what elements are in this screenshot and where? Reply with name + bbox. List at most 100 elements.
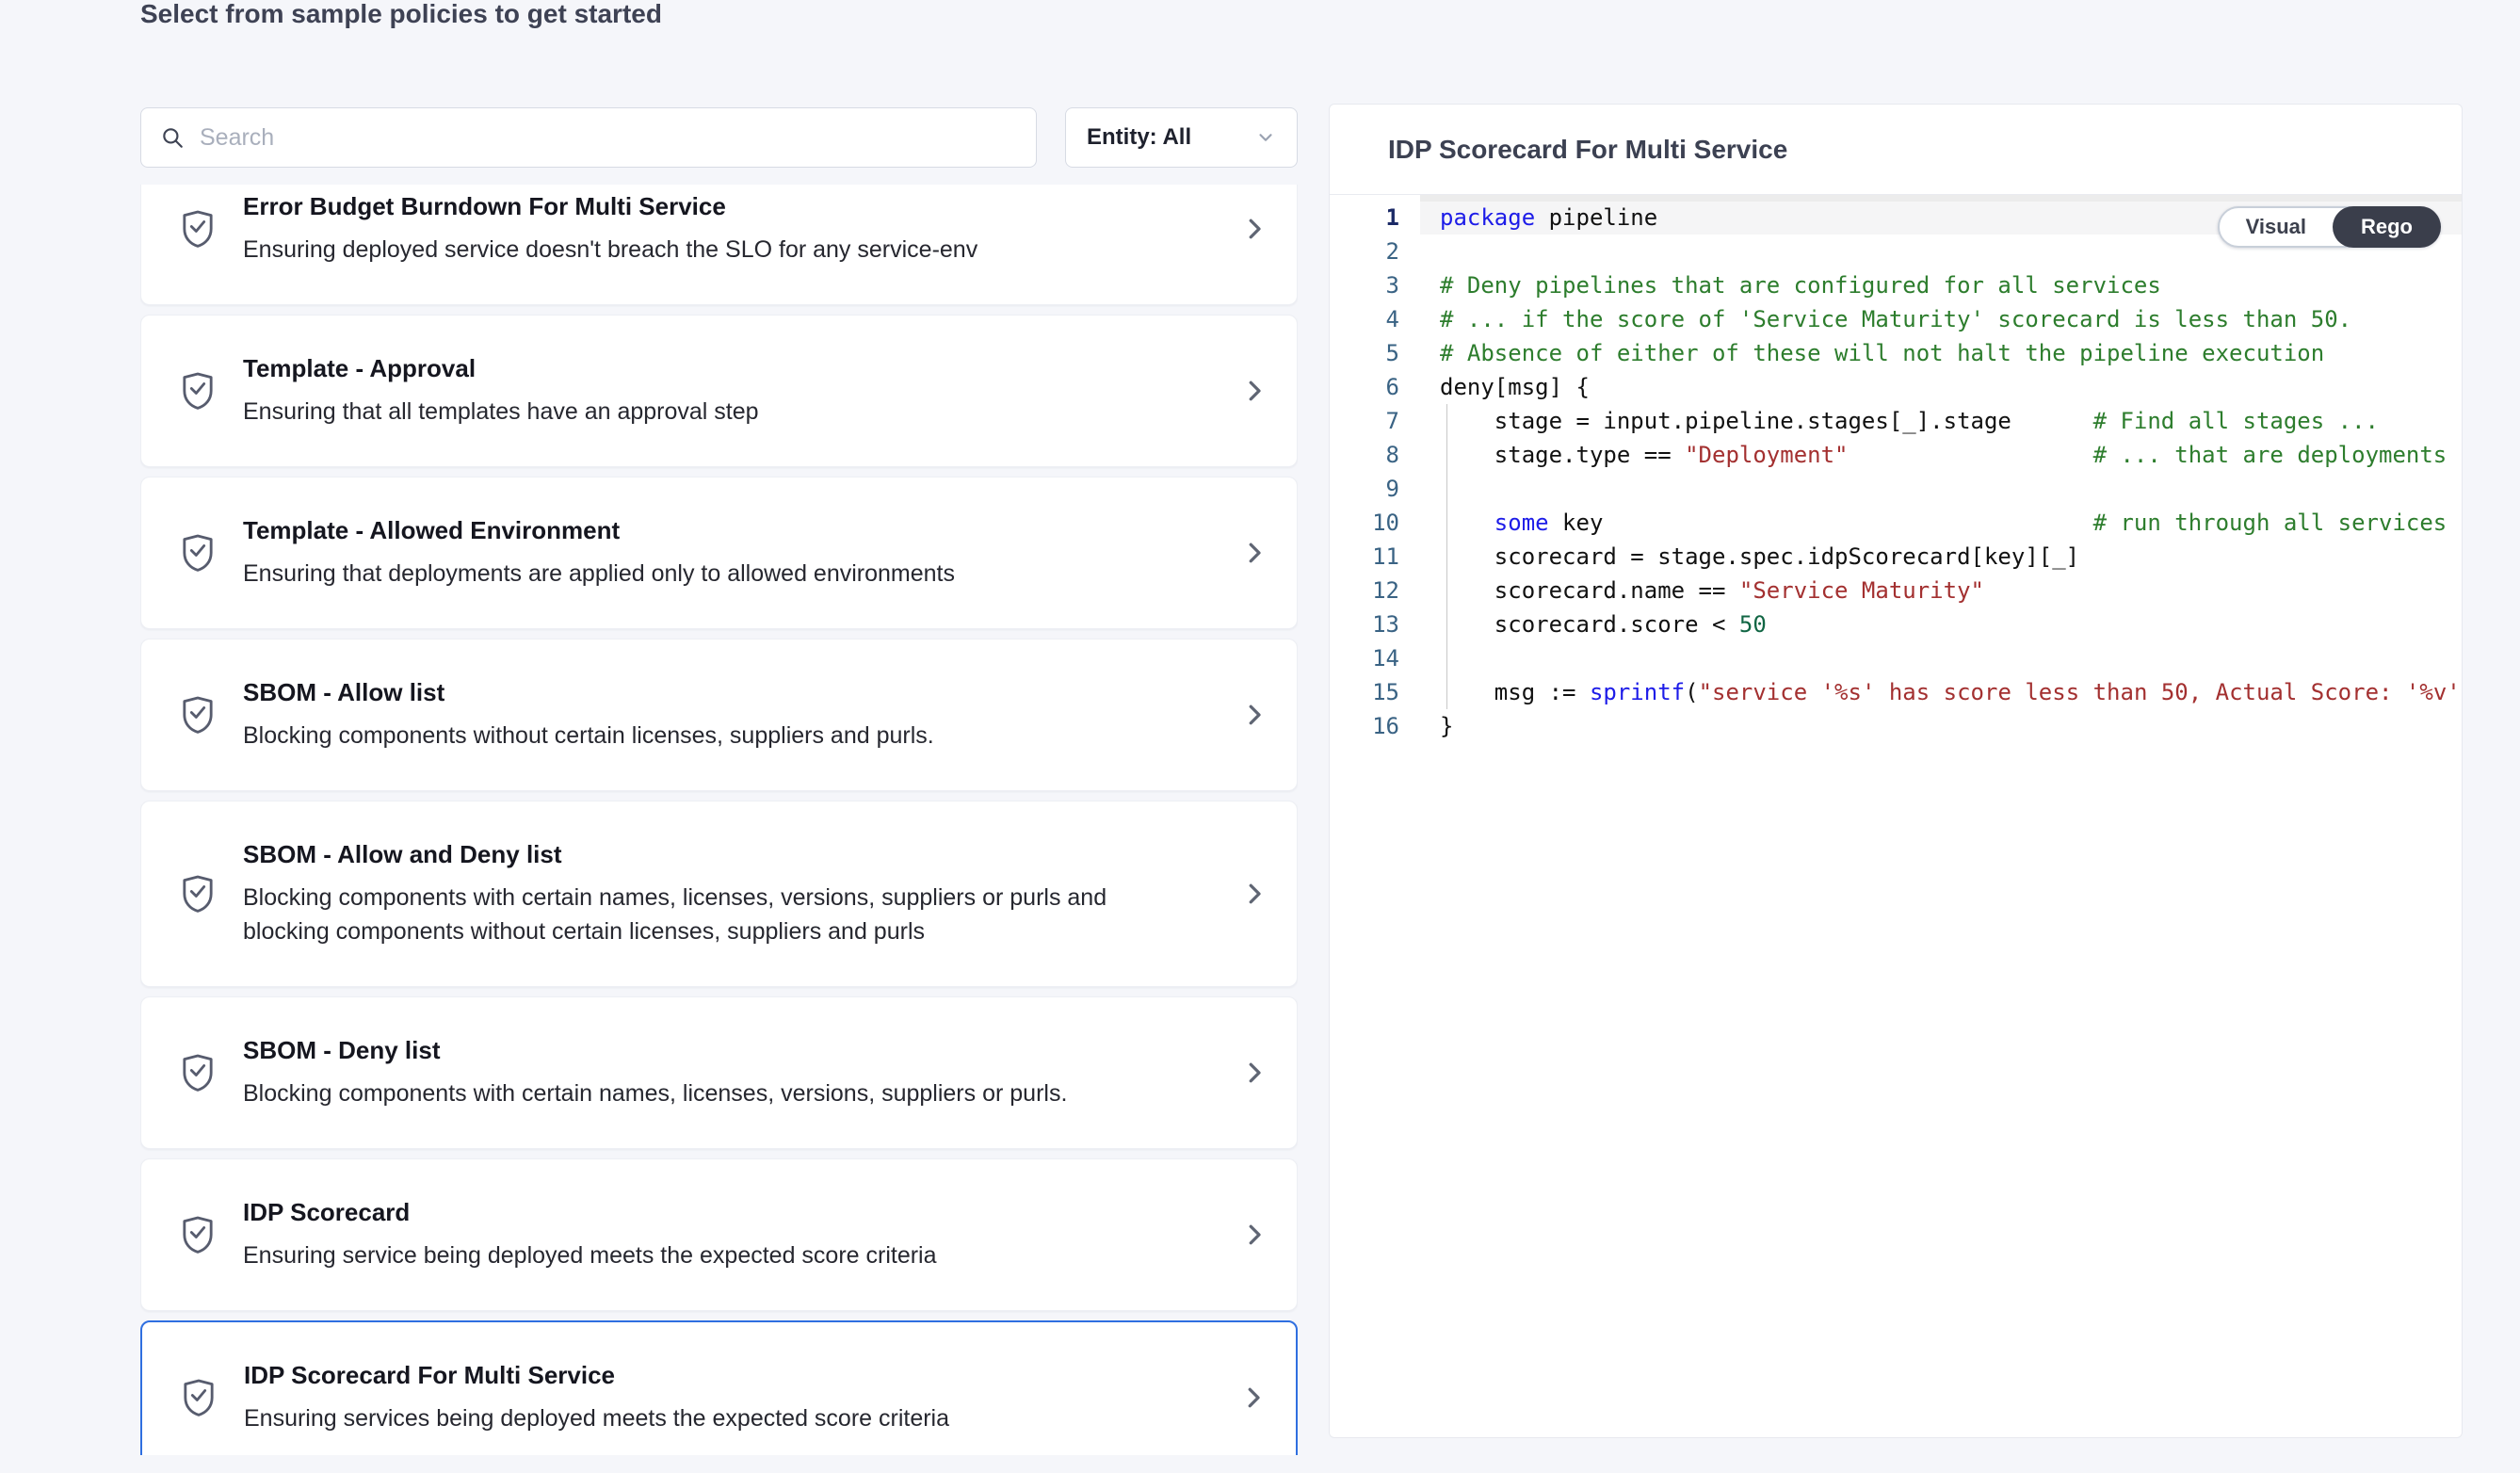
- policy-title: Template - Approval: [243, 353, 1221, 383]
- policy-title: IDP Scorecard For Multi Service: [244, 1360, 1220, 1390]
- line-number: 1: [1330, 201, 1420, 235]
- policy-card-body: SBOM - Deny list Blocking components wit…: [243, 1035, 1221, 1110]
- code-line: 16}: [1330, 709, 2462, 743]
- line-number: 4: [1330, 302, 1420, 336]
- policy-card[interactable]: Template - Approval Ensuring that all te…: [140, 315, 1298, 467]
- code-line: 4# ... if the score of 'Service Maturity…: [1330, 302, 2462, 336]
- code-line: 3# Deny pipelines that are configured fo…: [1330, 268, 2462, 302]
- shield-check-icon: [179, 1050, 217, 1095]
- indent-guide-line: [1446, 404, 1447, 709]
- detail-title: IDP Scorecard For Multi Service: [1388, 135, 1787, 165]
- policy-list: Error Budget Burndown For Multi Service …: [140, 185, 1298, 1455]
- code-line: 5# Absence of either of these will not h…: [1330, 336, 2462, 370]
- line-number: 9: [1330, 472, 1420, 506]
- line-number: 16: [1330, 709, 1420, 743]
- line-number: 8: [1330, 438, 1420, 472]
- code-line: 15 msg := sprintf("service '%s' has scor…: [1330, 675, 2462, 709]
- toggle-visual-button[interactable]: Visual: [2220, 208, 2333, 246]
- line-number: 2: [1330, 235, 1420, 268]
- line-content: }: [1420, 709, 2462, 743]
- chevron-right-icon: [1240, 1057, 1268, 1089]
- policy-card[interactable]: IDP Scorecard Ensuring service being dep…: [140, 1158, 1298, 1311]
- chevron-right-icon: [1240, 878, 1268, 910]
- line-content: scorecard.score < 50: [1420, 607, 2462, 641]
- policy-title: Error Budget Burndown For Multi Service: [243, 191, 1221, 221]
- editor-top-scroll-strip: [1420, 195, 2462, 202]
- line-number: 11: [1330, 540, 1420, 574]
- chevron-right-icon: [1240, 537, 1268, 569]
- policy-description: Blocking components with certain names, …: [243, 1076, 1109, 1110]
- line-number: 12: [1330, 574, 1420, 607]
- code-line: 8 stage.type == "Deployment" # ... that …: [1330, 438, 2462, 472]
- policy-description: Ensuring deployed service doesn't breach…: [243, 233, 1109, 267]
- policy-card-body: Template - Allowed Environment Ensuring …: [243, 515, 1221, 591]
- policy-description: Blocking components with certain names, …: [243, 881, 1109, 948]
- policy-card[interactable]: SBOM - Deny list Blocking components wit…: [140, 996, 1298, 1149]
- line-number: 10: [1330, 506, 1420, 540]
- policy-title: SBOM - Allow and Deny list: [243, 839, 1221, 869]
- entity-filter-label: Entity: All: [1087, 124, 1191, 151]
- shield-check-icon: [179, 368, 217, 413]
- policy-card[interactable]: Error Budget Burndown For Multi Service …: [140, 185, 1298, 305]
- toolbar: Entity: All: [140, 107, 1298, 168]
- shield-check-icon: [180, 1375, 218, 1420]
- line-content: scorecard.name == "Service Maturity": [1420, 574, 2462, 607]
- line-number: 13: [1330, 607, 1420, 641]
- line-number: 6: [1330, 370, 1420, 404]
- policy-description: Ensuring service being deployed meets th…: [243, 1238, 1109, 1272]
- line-content: deny[msg] {: [1420, 370, 2462, 404]
- policy-description: Ensuring that all templates have an appr…: [243, 395, 1109, 429]
- search-input[interactable]: [198, 123, 1017, 153]
- policy-card-body: SBOM - Allow and Deny list Blocking comp…: [243, 839, 1221, 948]
- entity-filter-dropdown[interactable]: Entity: All: [1065, 107, 1298, 168]
- shield-check-icon: [179, 206, 217, 251]
- code-line: 7 stage = input.pipeline.stages[_].stage…: [1330, 404, 2462, 438]
- policy-card[interactable]: SBOM - Allow list Blocking components wi…: [140, 639, 1298, 791]
- line-content: # ... if the score of 'Service Maturity'…: [1420, 302, 2462, 336]
- policy-description: Ensuring services being deployed meets t…: [244, 1401, 1110, 1435]
- policy-title: SBOM - Allow list: [243, 677, 1221, 707]
- policy-card-body: Error Budget Burndown For Multi Service …: [243, 191, 1221, 267]
- policy-card[interactable]: IDP Scorecard For Multi Service Ensuring…: [140, 1320, 1298, 1455]
- page-title: Select from sample policies to get start…: [140, 0, 662, 30]
- chevron-down-icon: [1255, 127, 1276, 148]
- search-box[interactable]: [140, 107, 1037, 168]
- code-line: 14: [1330, 641, 2462, 675]
- line-number: 7: [1330, 404, 1420, 438]
- chevron-right-icon: [1240, 699, 1268, 731]
- line-number: 15: [1330, 675, 1420, 709]
- code-lines: 1package pipeline23# Deny pipelines that…: [1330, 201, 2462, 743]
- code-line: 11 scorecard = stage.spec.idpScorecard[k…: [1330, 540, 2462, 574]
- line-content: [1420, 472, 2462, 506]
- policy-card[interactable]: SBOM - Allow and Deny list Blocking comp…: [140, 801, 1298, 987]
- line-content: [1420, 641, 2462, 675]
- shield-check-icon: [179, 692, 217, 737]
- shield-check-icon: [179, 1212, 217, 1257]
- policy-description: Ensuring that deployments are applied on…: [243, 557, 1109, 591]
- policy-title: Template - Allowed Environment: [243, 515, 1221, 545]
- line-number: 5: [1330, 336, 1420, 370]
- line-number: 14: [1330, 641, 1420, 675]
- policy-sample-screen: Select from sample policies to get start…: [0, 0, 2520, 1473]
- search-icon: [160, 125, 185, 150]
- policy-title: SBOM - Deny list: [243, 1035, 1221, 1065]
- detail-header: IDP Scorecard For Multi Service: [1330, 105, 2462, 195]
- policy-detail-panel: IDP Scorecard For Multi Service Visual R…: [1329, 104, 2463, 1438]
- line-content: # Deny pipelines that are configured for…: [1420, 268, 2462, 302]
- chevron-right-icon: [1240, 375, 1268, 407]
- policy-card-body: SBOM - Allow list Blocking components wi…: [243, 677, 1221, 753]
- code-line: 6deny[msg] {: [1330, 370, 2462, 404]
- policy-card[interactable]: Template - Allowed Environment Ensuring …: [140, 477, 1298, 629]
- chevron-right-icon: [1239, 1382, 1268, 1414]
- line-number: 3: [1330, 268, 1420, 302]
- policy-description: Blocking components without certain lice…: [243, 719, 1109, 753]
- line-content: msg := sprintf("service '%s' has score l…: [1420, 675, 2462, 709]
- policy-card-body: Template - Approval Ensuring that all te…: [243, 353, 1221, 429]
- code-line: 9: [1330, 472, 2462, 506]
- chevron-right-icon: [1240, 213, 1268, 245]
- rego-code-editor[interactable]: Visual Rego 1package pipeline23# Deny pi…: [1330, 195, 2462, 1437]
- toggle-rego-button[interactable]: Rego: [2333, 206, 2441, 248]
- policy-card-body: IDP Scorecard Ensuring service being dep…: [243, 1197, 1221, 1272]
- shield-check-icon: [179, 871, 217, 916]
- policy-card-body: IDP Scorecard For Multi Service Ensuring…: [244, 1360, 1220, 1435]
